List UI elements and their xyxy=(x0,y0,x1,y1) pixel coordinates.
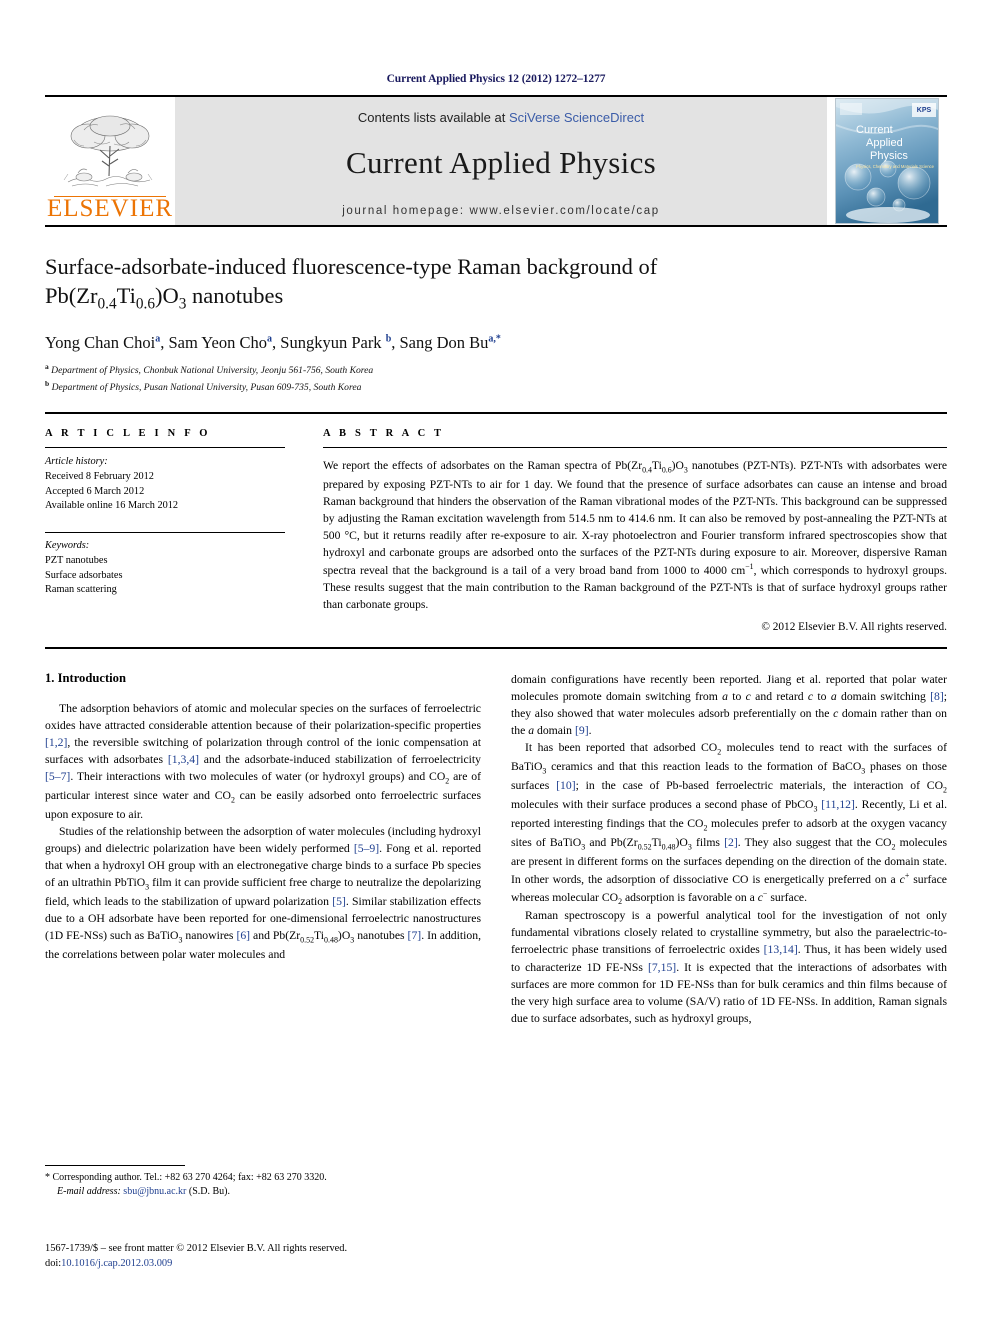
citation-ref[interactable]: [1,3,4] xyxy=(168,753,199,766)
journal-cover-thumbnail[interactable]: KPS Current Applied Physics Physics, Che… xyxy=(827,97,947,225)
abstract-text: We report the effects of adsorbates on t… xyxy=(323,459,948,612)
keywords-rule xyxy=(45,532,285,534)
abstract-copyright: © 2012 Elsevier B.V. All rights reserved… xyxy=(761,621,947,634)
elsevier-wordmark: ELSEVIER xyxy=(46,195,174,222)
citation-ref[interactable]: [11,12] xyxy=(821,798,855,811)
received-date: Received 8 February 2012 xyxy=(45,471,154,483)
keywords-block: Keywords: PZT nanotubes Surface adsorbat… xyxy=(45,539,285,598)
citation-ref[interactable]: [5–9] xyxy=(354,842,379,855)
affiliation-a-text: Department of Physics, Chonbuk National … xyxy=(51,365,374,377)
journal-masthead: ELSEVIER Contents lists available at Sci… xyxy=(45,97,947,225)
body-right-column: domain configurations have recently been… xyxy=(511,671,947,1026)
footnote-region: * Corresponding author. Tel.: +82 63 270… xyxy=(45,1165,465,1199)
doi-line: doi:10.1016/j.cap.2012.03.009 xyxy=(45,1257,545,1272)
cover-image: KPS Current Applied Physics Physics, Che… xyxy=(835,98,939,224)
article-title-line2: Pb(Zr0.4Ti0.6)O3 nanotubes xyxy=(45,282,284,313)
article-info-heading: A R T I C L E I N F O xyxy=(45,428,211,440)
email-link[interactable]: sbu@jbnu.ac.kr xyxy=(123,1186,186,1197)
citation-ref[interactable]: [1,2] xyxy=(45,736,67,749)
keyword-item: PZT nanotubes xyxy=(45,554,108,566)
keywords-label: Keywords: xyxy=(45,540,90,552)
affil-marker-a: a xyxy=(45,362,49,372)
citation-ref[interactable]: [9] xyxy=(575,724,589,737)
journal-homepage[interactable]: journal homepage: www.elsevier.com/locat… xyxy=(342,205,659,217)
article-history-label: Article history: xyxy=(45,456,108,468)
footnote-rule xyxy=(45,1165,185,1166)
body-columns: 1. Introduction The adsorption behaviors… xyxy=(45,671,947,1026)
article-history: Article history: Received 8 February 201… xyxy=(45,455,285,514)
elsevier-tree-icon xyxy=(63,115,153,186)
citation-ref[interactable]: [10] xyxy=(556,779,575,792)
author-affil-marker: a xyxy=(155,333,161,345)
intro-paragraph-5: Raman spectroscopy is a powerful analyti… xyxy=(511,909,947,1025)
cover-artwork-icon: KPS Current Applied Physics Physics, Che… xyxy=(836,99,938,223)
article-title-line1: Surface-adsorbate-induced fluorescence-t… xyxy=(45,254,658,279)
info-abstract-region: A R T I C L E I N F O Article history: R… xyxy=(45,414,947,633)
keyword-item: Raman scattering xyxy=(45,584,117,596)
author-affil-marker: b xyxy=(385,333,392,345)
citation-ref[interactable]: [5] xyxy=(332,895,346,908)
elsevier-logo: ELSEVIER xyxy=(45,97,175,225)
affiliation-a: a Department of Physics, Chonbuk Nationa… xyxy=(45,362,947,377)
svg-text:Current: Current xyxy=(856,124,893,136)
author-affil-marker: a,* xyxy=(488,333,501,345)
svg-text:Physics: Physics xyxy=(870,150,908,162)
page-title: Surface-adsorbate-induced fluorescence-t… xyxy=(45,253,947,313)
corresponding-author-line: * Corresponding author. Tel.: +82 63 270… xyxy=(45,1172,327,1183)
svg-text:Applied: Applied xyxy=(866,137,903,149)
citation-ref[interactable]: [8] xyxy=(930,690,944,703)
citation-ref[interactable]: [13,14] xyxy=(764,943,798,956)
masthead-center: Contents lists available at SciVerse Sci… xyxy=(175,97,827,225)
article-info-column: A R T I C L E I N F O Article history: R… xyxy=(45,428,307,633)
contents-list-line: Contents lists available at SciVerse Sci… xyxy=(358,110,644,125)
email-line: E-mail address: sbu@jbnu.ac.kr (S.D. Bu)… xyxy=(45,1185,465,1199)
svg-text:Physics, Chemistry and Materia: Physics, Chemistry and Materials Science xyxy=(856,164,935,169)
abstract-bottom-rule xyxy=(45,647,947,650)
masthead-bottom-rule xyxy=(45,225,947,227)
section-heading-introduction: 1. Introduction xyxy=(45,671,126,686)
available-online-date: Available online 16 March 2012 xyxy=(45,500,179,512)
abstract-heading: A B S T R A C T xyxy=(323,428,445,440)
corresponding-author-note: * Corresponding author. Tel.: +82 63 270… xyxy=(45,1171,465,1199)
abstract-rule xyxy=(323,447,947,449)
article-page: Current Applied Physics 12 (2012) 1272–1… xyxy=(0,0,992,1323)
svg-text:KPS: KPS xyxy=(917,107,932,114)
citation-ref[interactable]: [5–7] xyxy=(45,770,70,783)
author-list: Yong Chan Choia, Sam Yeon Choa, Sungkyun… xyxy=(45,333,501,353)
affil-marker-b: b xyxy=(45,378,50,388)
abstract-column: A B S T R A C T We report the effects of… xyxy=(307,428,947,633)
journal-title: Current Applied Physics xyxy=(346,144,656,180)
accepted-date: Accepted 6 March 2012 xyxy=(45,485,145,497)
intro-paragraph-1: The adsorption behaviors of atomic and m… xyxy=(45,702,481,822)
citation-ref[interactable]: [7,15] xyxy=(648,961,676,974)
citation-ref[interactable]: [2] xyxy=(724,836,738,849)
issn-line: 1567-1739/$ – see front matter © 2012 El… xyxy=(45,1243,348,1254)
doi-label: doi: xyxy=(45,1257,62,1269)
intro-paragraph-2: Studies of the relationship between the … xyxy=(45,825,482,962)
body-left-column: 1. Introduction The adsorption behaviors… xyxy=(45,671,481,1026)
contents-prefix: Contents lists available at xyxy=(357,109,509,125)
keyword-item: Surface adsorbates xyxy=(45,569,123,581)
email-label: E-mail address: xyxy=(57,1186,121,1198)
intro-paragraph-4: It has been reported that adsorbed CO2 m… xyxy=(511,741,948,906)
email-suffix: (S.D. Bu). xyxy=(188,1186,231,1198)
running-head: Current Applied Physics 12 (2012) 1272–1… xyxy=(386,73,606,85)
title-block: Surface-adsorbate-induced fluorescence-t… xyxy=(45,253,947,394)
front-matter-region: 1567-1739/$ – see front matter © 2012 El… xyxy=(45,1242,545,1272)
author-affil-marker: a xyxy=(267,333,273,345)
article-info-rule xyxy=(45,447,285,449)
intro-paragraph-3: domain configurations have recently been… xyxy=(511,673,947,738)
sciencedirect-link[interactable]: SciVerse ScienceDirect xyxy=(509,110,644,125)
doi-link[interactable]: 10.1016/j.cap.2012.03.009 xyxy=(61,1258,172,1269)
citation-ref[interactable]: [6] xyxy=(236,929,250,942)
affiliation-b-text: Department of Physics, Pusan National Un… xyxy=(51,382,362,394)
affiliation-b: b Department of Physics, Pusan National … xyxy=(45,379,947,394)
citation-ref[interactable]: [7] xyxy=(408,929,422,942)
